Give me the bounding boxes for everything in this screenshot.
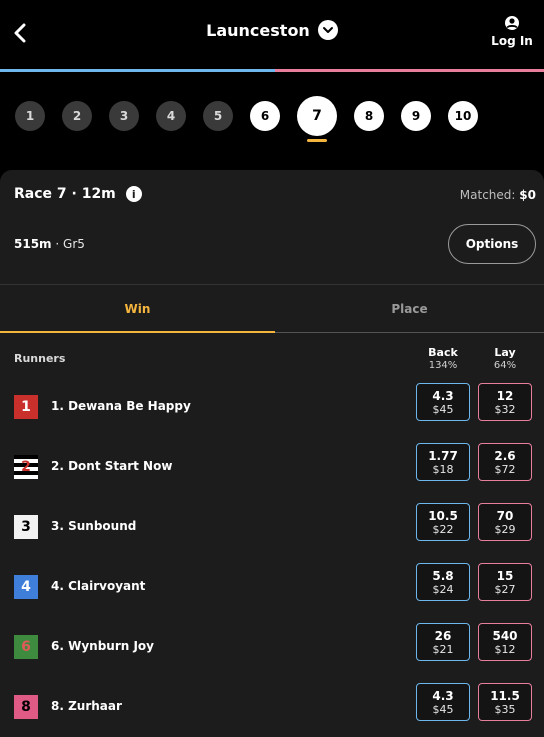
lay-amount: $35 xyxy=(494,702,516,716)
runner-row: 1 1. Dewana Be Happy 4.3 $45 12 $32 xyxy=(0,383,544,443)
back-amount: $24 xyxy=(432,582,454,596)
back-column-header: Back 134% xyxy=(416,346,470,371)
race-pill-5[interactable]: 5 xyxy=(203,101,233,131)
lay-odds-button[interactable]: 2.6 $72 xyxy=(478,443,532,481)
back-price: 1.77 xyxy=(428,448,458,463)
login-label: Log In xyxy=(491,34,533,48)
race-pill-10[interactable]: 10 xyxy=(448,101,478,131)
back-price: 4.3 xyxy=(432,388,454,403)
options-button[interactable]: Options xyxy=(448,224,536,264)
runner-name: 2. Dont Start Now xyxy=(51,459,173,473)
runner-name: 8. Zurhaar xyxy=(51,699,122,713)
race-meta: 515m · Gr5 xyxy=(14,237,85,251)
silk-6: 6 xyxy=(14,635,38,659)
active-race-indicator xyxy=(307,139,327,142)
chevron-down-icon xyxy=(317,20,338,40)
back-amount: $21 xyxy=(432,642,454,656)
lay-label: Lay xyxy=(494,346,516,359)
lay-price: 11.5 xyxy=(490,688,520,703)
back-odds-button[interactable]: 10.5 $22 xyxy=(416,503,470,541)
race-pill-2[interactable]: 2 xyxy=(62,101,92,131)
lay-odds-button[interactable]: 15 $27 xyxy=(478,563,532,601)
back-amount: $45 xyxy=(432,702,454,716)
runners-header: Runners xyxy=(14,352,66,365)
race-pill-7-active[interactable]: 7 xyxy=(297,96,337,136)
runner-name: 3. Sunbound xyxy=(51,519,137,533)
lay-odds-button[interactable]: 540 $12 xyxy=(478,623,532,661)
venue-title: Launceston xyxy=(206,20,310,40)
race-pill-6[interactable]: 6 xyxy=(250,101,280,131)
race-distance: 515m xyxy=(14,237,52,251)
runner-row: 6 6. Wynburn Joy 26 $21 540 $12 xyxy=(0,623,544,683)
back-price: 26 xyxy=(434,628,452,643)
runner-row: 3 3. Sunbound 10.5 $22 70 $29 xyxy=(0,503,544,563)
race-title: Race 7 · 12m i xyxy=(14,186,142,202)
lay-amount: $27 xyxy=(494,582,516,596)
matched-value: $0 xyxy=(519,188,536,202)
runner-name: 6. Wynburn Joy xyxy=(51,639,154,653)
lay-price: 2.6 xyxy=(494,448,516,463)
matched-label: Matched: xyxy=(459,188,516,202)
user-icon xyxy=(505,16,519,30)
meta-separator: · xyxy=(55,237,64,251)
race-selector: 1 2 3 4 5 6 7 8 9 10 xyxy=(0,72,544,170)
back-price: 5.8 xyxy=(432,568,454,583)
runner-row: 8 8. Zurhaar 4.3 $45 11.5 $35 xyxy=(0,683,544,737)
back-amount: $22 xyxy=(432,522,454,536)
lay-odds-button[interactable]: 70 $29 xyxy=(478,503,532,541)
silk-8: 8 xyxy=(14,695,38,719)
race-pill-8[interactable]: 8 xyxy=(354,101,384,131)
lay-price: 70 xyxy=(496,508,514,523)
lay-amount: $12 xyxy=(494,642,516,656)
back-odds-button[interactable]: 26 $21 xyxy=(416,623,470,661)
tab-win[interactable]: Win xyxy=(0,285,275,333)
runner-row: 4 4. Clairvoyant 5.8 $24 15 $27 xyxy=(0,563,544,623)
race-pill-4[interactable]: 4 xyxy=(156,101,186,131)
race-panel: Race 7 · 12m i Matched: $0 515m · Gr5 Op… xyxy=(0,170,544,737)
lay-price: 540 xyxy=(492,628,518,643)
lay-amount: $72 xyxy=(494,462,516,476)
race-pill-9[interactable]: 9 xyxy=(401,101,431,131)
login-button[interactable]: Log In xyxy=(491,15,533,48)
silk-1: 1 xyxy=(14,395,38,419)
lay-percent: 64% xyxy=(493,360,517,371)
race-title-text: Race 7 · 12m xyxy=(14,186,116,202)
back-odds-button[interactable]: 1.77 $18 xyxy=(416,443,470,481)
lay-column-header: Lay 64% xyxy=(478,346,532,371)
lay-price: 12 xyxy=(496,388,514,403)
lay-price: 15 xyxy=(496,568,514,583)
runner-name: 1. Dewana Be Happy xyxy=(51,399,191,413)
matched-amount: Matched: $0 xyxy=(460,188,536,202)
top-bar: Launceston Log In xyxy=(0,0,544,70)
race-grade: Gr5 xyxy=(63,237,85,251)
back-odds-button[interactable]: 4.3 $45 xyxy=(416,383,470,421)
back-odds-button[interactable]: 5.8 $24 xyxy=(416,563,470,601)
back-percent: 134% xyxy=(428,360,458,371)
back-label: Back xyxy=(428,346,458,359)
info-icon[interactable]: i xyxy=(125,186,142,202)
runner-row: 2 2. Dont Start Now 1.77 $18 2.6 $72 xyxy=(0,443,544,503)
tab-place[interactable]: Place xyxy=(275,285,544,333)
tab-underline xyxy=(275,332,544,333)
venue-selector[interactable]: Launceston xyxy=(0,20,544,40)
race-pill-3[interactable]: 3 xyxy=(109,101,139,131)
back-amount: $18 xyxy=(432,462,454,476)
runner-name: 4. Clairvoyant xyxy=(51,579,146,593)
tab-win-active-underline xyxy=(0,331,275,333)
silk-3: 3 xyxy=(14,515,38,539)
lay-amount: $29 xyxy=(494,522,516,536)
back-amount: $45 xyxy=(432,402,454,416)
race-pill-1[interactable]: 1 xyxy=(15,101,45,131)
back-odds-button[interactable]: 4.3 $45 xyxy=(416,683,470,721)
lay-odds-button[interactable]: 11.5 $35 xyxy=(478,683,532,721)
silk-4: 4 xyxy=(14,575,38,599)
lay-odds-button[interactable]: 12 $32 xyxy=(478,383,532,421)
back-price: 10.5 xyxy=(428,508,458,523)
lay-amount: $32 xyxy=(494,402,516,416)
back-price: 4.3 xyxy=(432,688,454,703)
silk-2: 2 xyxy=(14,455,38,479)
